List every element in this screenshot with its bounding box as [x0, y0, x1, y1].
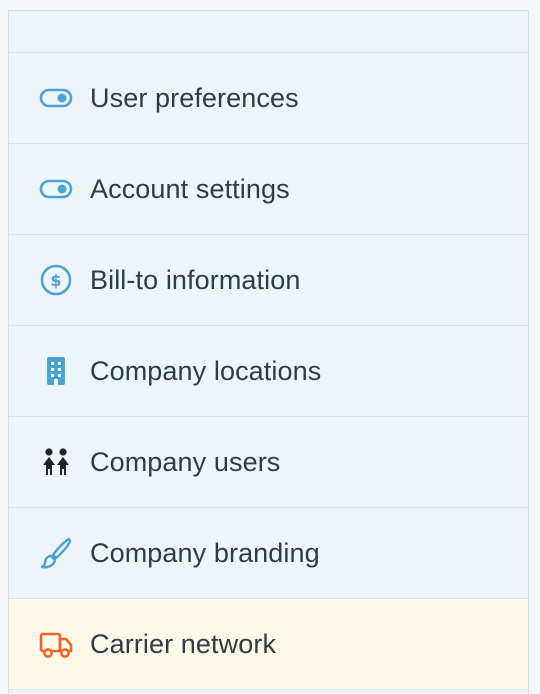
sidebar-item-label: Bill-to information — [90, 264, 301, 295]
settings-sidebar: User preferences Account settings $ Bill… — [8, 10, 529, 694]
sidebar-item-company-branding[interactable]: Company branding — [9, 508, 528, 599]
dollar-circle-icon: $ — [39, 263, 73, 297]
sidebar-item-label: Company locations — [90, 355, 322, 386]
sidebar-top-spacer — [9, 11, 528, 53]
svg-text:$: $ — [50, 271, 61, 290]
sidebar-item-account-settings[interactable]: Account settings — [9, 144, 528, 235]
sidebar-item-carrier-network[interactable]: Carrier network — [9, 599, 528, 690]
paintbrush-icon — [39, 536, 73, 570]
sidebar-item-label: Company branding — [90, 537, 320, 568]
truck-icon — [39, 627, 73, 661]
building-icon — [39, 354, 73, 388]
toggle-icon — [39, 172, 73, 206]
sidebar-item-company-locations[interactable]: Company locations — [9, 326, 528, 417]
sidebar-item-user-preferences[interactable]: User preferences — [9, 53, 528, 144]
sidebar-item-label: Account settings — [90, 173, 290, 204]
sidebar-item-label: Carrier network — [90, 628, 277, 659]
sidebar-item-bill-to-information[interactable]: $ Bill-to information — [9, 235, 528, 326]
page-frame: User preferences Account settings $ Bill… — [0, 0, 540, 694]
sidebar-item-label: Company users — [90, 446, 281, 477]
people-icon — [39, 445, 73, 479]
toggle-icon — [39, 81, 73, 115]
sidebar-item-company-users[interactable]: Company users — [9, 417, 528, 508]
sidebar-item-label: User preferences — [90, 82, 299, 113]
